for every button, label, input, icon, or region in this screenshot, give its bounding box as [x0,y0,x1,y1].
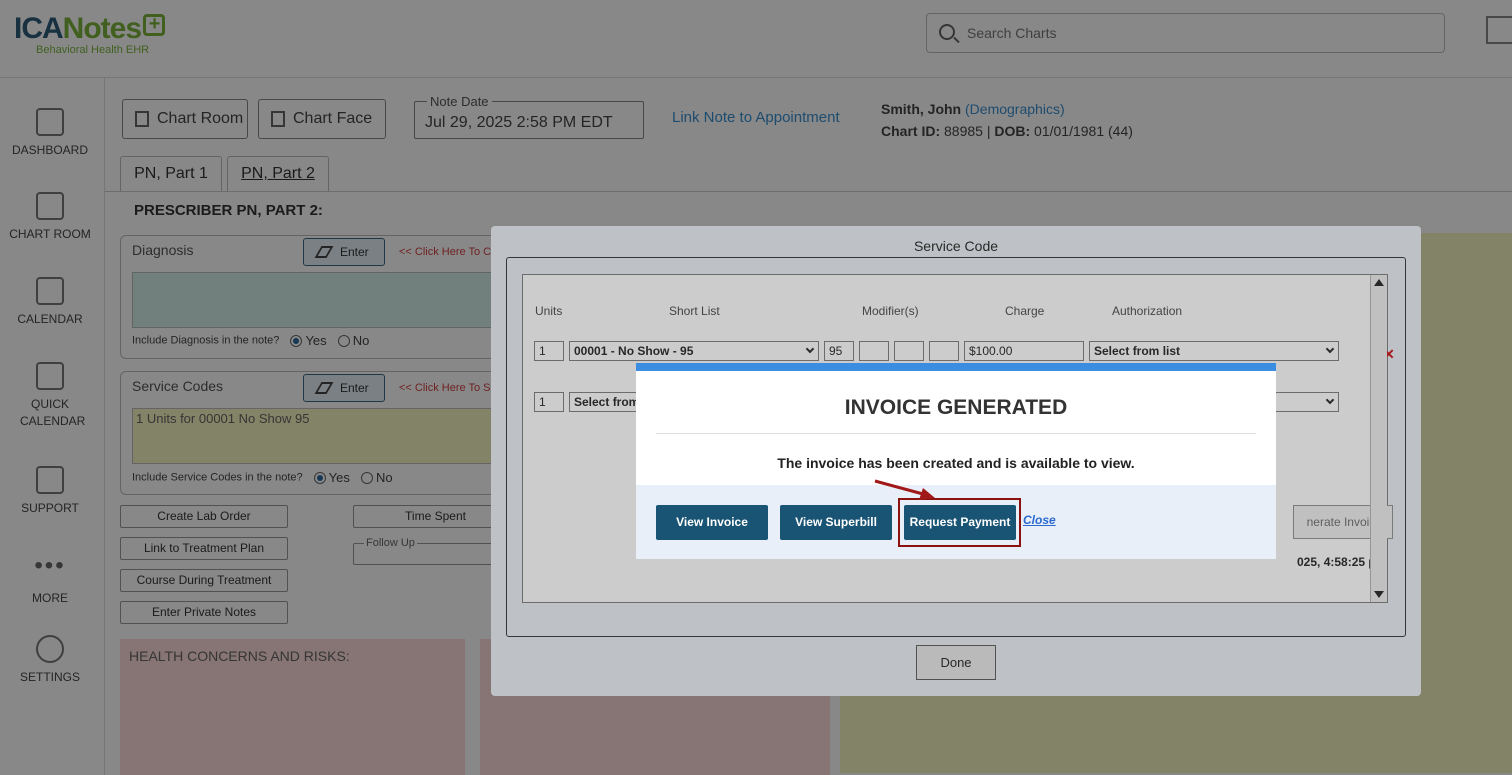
close-link[interactable]: Close [1023,513,1056,527]
request-payment-button[interactable]: Request Payment [904,505,1016,540]
invoice-modal-title: INVOICE GENERATED [844,396,1068,419]
invoice-modal-message: The invoice has been created and is avai… [777,455,1135,471]
invoice-modal-footer: View Invoice View Superbill Request Paym… [636,485,1276,559]
annotation-arrow-icon [874,479,935,500]
divider [656,433,1256,434]
view-superbill-button[interactable]: View Superbill [780,505,892,540]
invoice-generated-modal: INVOICE GENERATED The invoice has been c… [636,363,1276,559]
view-invoice-button[interactable]: View Invoice [656,505,768,540]
